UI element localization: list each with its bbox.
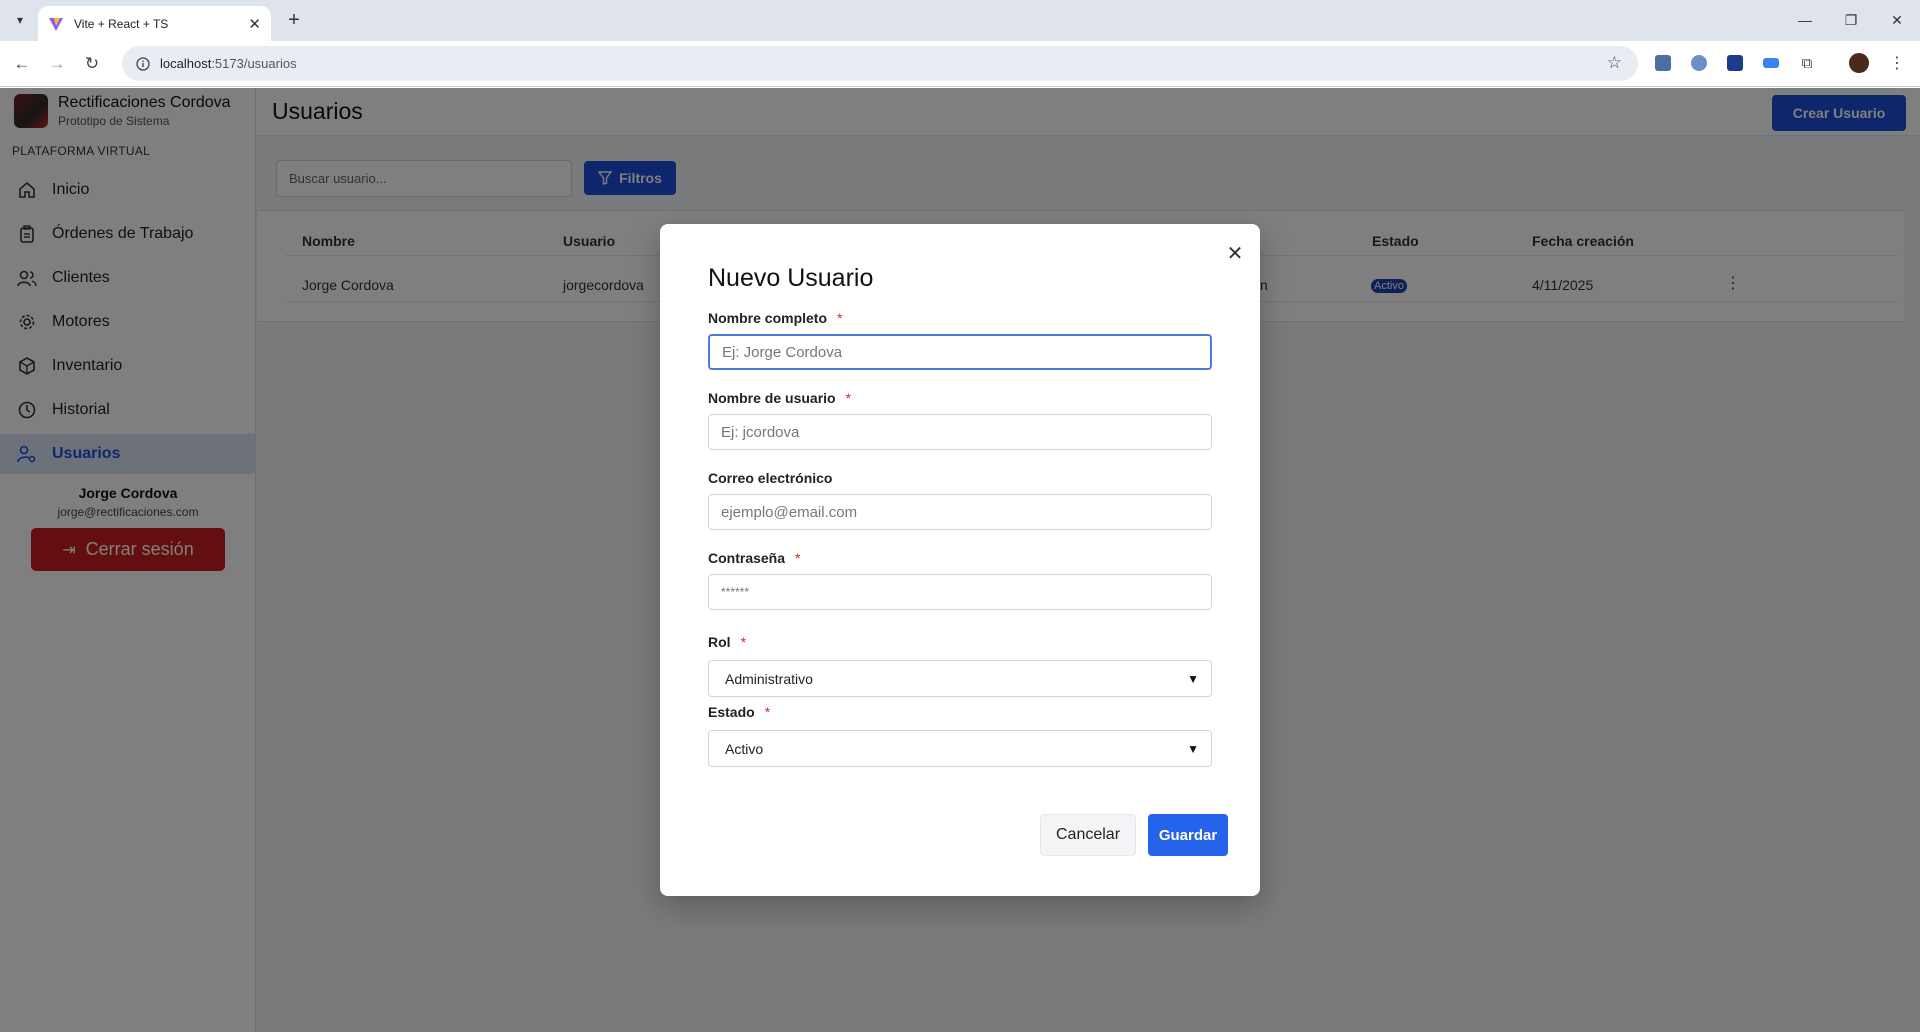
back-icon[interactable]: ← [10,52,34,76]
browser-menu-icon[interactable]: ⋮ [1886,52,1908,74]
site-info-icon[interactable] [136,56,150,71]
extension-1-icon[interactable] [1652,52,1674,74]
label-password: Contraseña * [708,550,801,566]
tab-title: Vite + React + TS [74,16,169,31]
close-window-icon[interactable]: ✕ [1882,8,1912,32]
profile-avatar[interactable] [1848,52,1870,74]
browser-tabbar: ▾ Vite + React + TS ✕ + — ❐ ✕ [0,0,1920,41]
role-select[interactable]: Administrativo ▼ [708,660,1212,697]
placeholder: Ej: Jorge Cordova [722,343,843,361]
modal-title: Nuevo Usuario [708,264,874,292]
url-text: localhost:5173/usuarios [160,56,297,71]
minimize-icon[interactable]: — [1790,8,1820,32]
label-usuario: Nombre de usuario * [708,390,852,406]
restore-icon[interactable]: ❐ [1836,8,1866,32]
label-rol: Rol * [708,634,747,650]
new-user-modal: ✕ Nuevo Usuario Nombre completo * Ej: Jor… [660,224,1260,896]
label-nombre: Nombre completo * [708,310,843,326]
browser-toolbar: ← → ↻ localhost:5173/usuarios ☆ ⧉ ⋮ [0,41,1920,87]
chevron-down-icon: ▼ [1187,671,1199,686]
placeholder: ejemplo@email.com [721,503,858,521]
tab-search-icon[interactable]: ▾ [8,8,32,32]
username-input[interactable]: Ej: jcordova [708,414,1212,450]
extension-3-icon[interactable] [1724,52,1746,74]
address-bar[interactable]: localhost:5173/usuarios ☆ [122,46,1638,81]
cancel-button[interactable]: Cancelar [1040,814,1136,856]
forward-icon[interactable]: → [45,52,69,76]
required-mark: * [740,634,747,650]
status-select[interactable]: Activo ▼ [708,730,1212,767]
reload-icon[interactable]: ↻ [80,52,104,76]
required-mark: * [764,704,771,720]
browser-tab[interactable]: Vite + React + TS ✕ [38,6,271,41]
vite-logo-icon [49,17,63,31]
required-mark: * [837,310,843,326]
required-mark: * [845,390,852,406]
role-value: Administrativo [725,670,813,687]
extensions-puzzle-icon[interactable]: ⧉ [1796,52,1818,74]
tab-close-icon[interactable]: ✕ [248,15,261,33]
status-value: Activo [725,740,764,757]
new-tab-icon[interactable]: + [282,8,306,32]
required-mark: * [795,550,801,566]
email-input[interactable]: ejemplo@email.com [708,494,1212,530]
bookmark-star-icon[interactable]: ☆ [1607,53,1622,73]
placeholder: ****** [721,585,750,599]
extension-2-icon[interactable] [1688,52,1710,74]
close-icon[interactable]: ✕ [1224,242,1246,265]
extension-4-icon[interactable] [1760,52,1782,74]
save-button[interactable]: Guardar [1148,814,1228,856]
label-correo: Correo electrónico [708,470,833,486]
placeholder: Ej: jcordova [721,423,800,441]
label-estado: Estado * [708,704,771,720]
chevron-down-icon: ▼ [1187,741,1199,756]
full-name-input[interactable]: Ej: Jorge Cordova [708,334,1212,370]
password-input[interactable]: ****** [708,574,1212,610]
